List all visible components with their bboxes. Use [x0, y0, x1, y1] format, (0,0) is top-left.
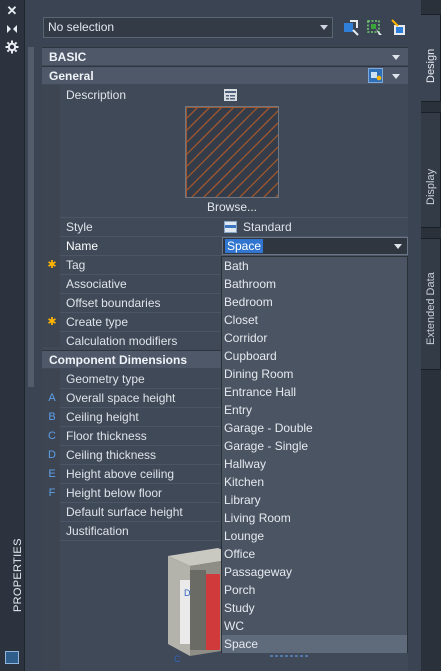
- section-basic[interactable]: BASIC: [42, 47, 408, 65]
- collapse-icon[interactable]: [392, 55, 400, 60]
- required-marker-icon: ✱: [47, 316, 57, 328]
- close-icon[interactable]: ✕: [5, 4, 19, 18]
- tab-extended-data-label: Extended Data: [425, 272, 437, 345]
- list-item[interactable]: Bath: [222, 257, 407, 275]
- tab-display-label: Display: [425, 168, 437, 205]
- list-item[interactable]: Lounge: [222, 527, 407, 545]
- required-marker-icon: ✱: [47, 259, 57, 271]
- selection-dropdown[interactable]: No selection: [43, 17, 333, 38]
- dimension-letter: B: [48, 411, 56, 423]
- palette-icon: [5, 651, 19, 664]
- list-item[interactable]: Office: [222, 545, 407, 563]
- toggle-pickadd-icon[interactable]: [341, 18, 361, 38]
- chevron-down-icon: [320, 25, 328, 30]
- list-item[interactable]: Library: [222, 491, 407, 509]
- list-item[interactable]: Porch: [222, 581, 407, 599]
- chevron-down-icon[interactable]: [394, 244, 402, 249]
- geometry-type-label: Geometry type: [66, 372, 145, 386]
- list-item[interactable]: Cupboard: [222, 347, 407, 365]
- auto-hide-icon[interactable]: [5, 22, 19, 36]
- select-objects-icon[interactable]: [365, 18, 385, 38]
- selection-value: No selection: [48, 20, 115, 34]
- section-basic-title: BASIC: [49, 50, 87, 64]
- list-item[interactable]: Garage - Single: [222, 437, 407, 455]
- description-label: Description: [66, 88, 127, 102]
- style-icon: [224, 221, 237, 233]
- list-item-highlighted[interactable]: Space: [222, 635, 407, 653]
- tag-label: Tag: [66, 258, 86, 272]
- row-description[interactable]: Description: [42, 86, 408, 105]
- offset-boundaries-label: Offset boundaries: [66, 296, 161, 310]
- palette-title-bar: ✕ PROPERTIES: [0, 0, 25, 671]
- dimension-letter: E: [48, 468, 56, 480]
- height-below-floor-label: Height below floor: [66, 486, 163, 500]
- row-style[interactable]: Style Standard: [42, 218, 408, 237]
- palette-scrollbar[interactable]: [28, 47, 34, 387]
- ceiling-height-label: Ceiling height: [66, 410, 139, 424]
- style-label: Style: [66, 220, 93, 234]
- dimension-letter: D: [48, 449, 56, 461]
- justification-label: Justification: [66, 524, 129, 538]
- associative-label: Associative: [66, 277, 127, 291]
- dimension-letter: F: [48, 487, 56, 499]
- overall-space-height-label: Overall space height: [66, 391, 176, 405]
- ceiling-thickness-label: Ceiling thickness: [66, 448, 157, 462]
- default-surface-height-label: Default surface height: [66, 505, 183, 519]
- list-item[interactable]: Garage - Double: [222, 419, 407, 437]
- palette-tabs: Design Display Extended Data: [421, 0, 441, 671]
- list-item[interactable]: Passageway: [222, 563, 407, 581]
- tab-extended-data[interactable]: Extended Data: [421, 238, 441, 370]
- edit-description-icon[interactable]: [224, 89, 237, 101]
- collapse-icon[interactable]: [392, 74, 400, 79]
- style-preview-icon[interactable]: [368, 68, 383, 83]
- list-item[interactable]: Dining Room: [222, 365, 407, 383]
- style-value: Standard: [243, 220, 292, 234]
- section-component-dimensions-title: Component Dimensions: [49, 353, 188, 367]
- tab-design-label: Design: [425, 48, 437, 83]
- list-item[interactable]: Corridor: [222, 329, 407, 347]
- list-item[interactable]: Bedroom: [222, 293, 407, 311]
- name-dropdown-list[interactable]: Bath Bathroom Bedroom Closet Corridor Cu…: [221, 256, 408, 653]
- svg-text:D: D: [184, 588, 191, 598]
- list-item[interactable]: Kitchen: [222, 473, 407, 491]
- tab-design[interactable]: Design: [421, 14, 441, 102]
- style-thumbnail: [185, 106, 279, 198]
- settings-icon[interactable]: [5, 40, 19, 54]
- create-type-label: Create type: [66, 315, 129, 329]
- list-item[interactable]: Living Room: [222, 509, 407, 527]
- list-item[interactable]: Closet: [222, 311, 407, 329]
- list-item[interactable]: Entry: [222, 401, 407, 419]
- height-above-ceiling-label: Height above ceiling: [66, 467, 175, 481]
- calculation-modifiers-label: Calculation modifiers: [66, 334, 178, 348]
- list-item[interactable]: WC: [222, 617, 407, 635]
- palette-title: PROPERTIES: [12, 538, 24, 612]
- list-item[interactable]: Entrance Hall: [222, 383, 407, 401]
- floor-thickness-label: Floor thickness: [66, 429, 147, 443]
- tab-display[interactable]: Display: [421, 112, 441, 228]
- section-general[interactable]: General: [42, 66, 408, 84]
- svg-text:C: C: [174, 654, 181, 664]
- dimension-letter: C: [48, 430, 56, 442]
- list-item[interactable]: Bathroom: [222, 275, 407, 293]
- name-combobox[interactable]: Space: [222, 237, 408, 255]
- name-input-selected-text[interactable]: Space: [225, 239, 264, 253]
- list-item[interactable]: Hallway: [222, 455, 407, 473]
- browse-link[interactable]: Browse...: [207, 200, 257, 214]
- dimension-letter: A: [48, 392, 56, 404]
- name-label: Name: [66, 239, 99, 253]
- section-general-title: General: [49, 69, 94, 83]
- list-item[interactable]: Study: [222, 599, 407, 617]
- quick-select-icon[interactable]: [389, 18, 409, 38]
